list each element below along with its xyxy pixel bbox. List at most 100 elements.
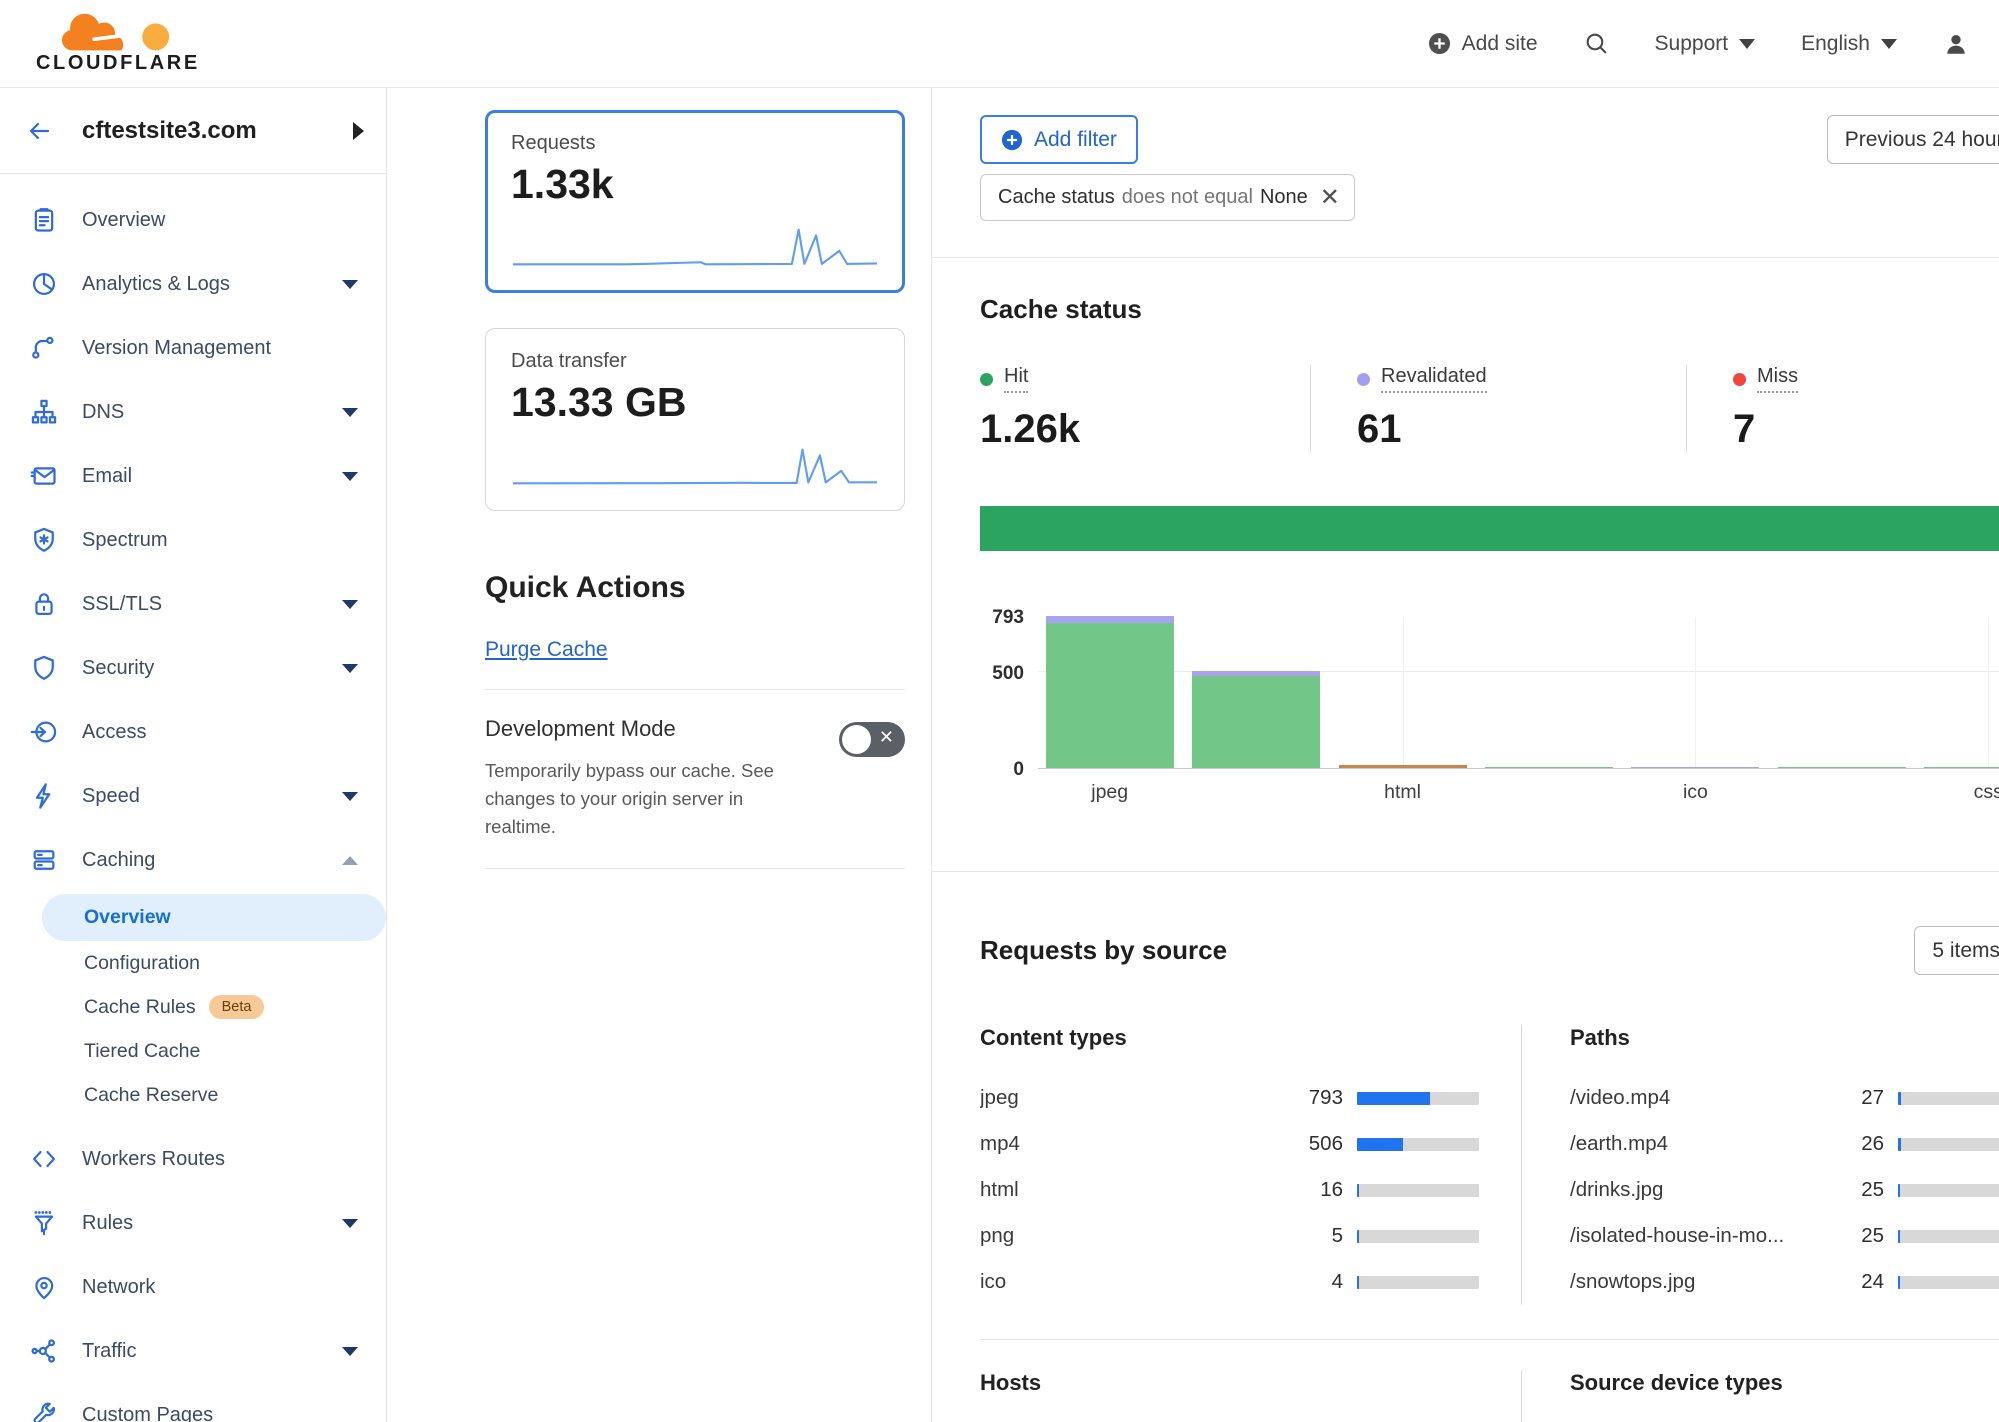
sidebar-subitem-cache-reserve[interactable]: Cache Reserve [0, 1073, 386, 1117]
row-label: /isolated-house-in-mo... [1570, 1224, 1812, 1248]
stat-label[interactable]: Miss [1757, 365, 1798, 393]
sidebar-item-label: Network [82, 1276, 358, 1299]
back-arrow-icon[interactable] [26, 119, 54, 143]
chart-bar-mp4 [1192, 671, 1320, 768]
filter-chip[interactable]: Cache status does not equal None ✕ [980, 174, 1355, 221]
row-value: 26 [1812, 1132, 1884, 1156]
metric-value: 1.33k [511, 161, 879, 208]
remove-filter-icon[interactable]: ✕ [1320, 186, 1340, 210]
stat-label[interactable]: Hit [1004, 365, 1028, 393]
toggle-knob [842, 725, 871, 754]
table-heading: Content types [980, 1025, 1479, 1051]
sidebar-item-network[interactable]: Network [0, 1255, 386, 1319]
chart-x-axis: jpeghtmlicocss [1038, 781, 1999, 807]
metric-card-requests[interactable]: Requests1.33k [485, 110, 905, 293]
row-value: 27 [1812, 1086, 1884, 1110]
sidebar-item-rules[interactable]: Rules [0, 1191, 386, 1255]
sidebar-item-label: Caching [82, 849, 342, 872]
cloudflare-cloud-icon [62, 12, 174, 51]
table-row: png5 [980, 1213, 1479, 1259]
table-row: mp4506 [980, 1121, 1479, 1167]
sidebar-item-version-management[interactable]: Version Management [0, 316, 386, 380]
sidebar-subitem-tiered-cache[interactable]: Tiered Cache [0, 1029, 386, 1073]
chevron-down-icon [342, 1219, 358, 1228]
chart-bar-css [1924, 767, 1999, 769]
bar-segment-green [1778, 767, 1906, 769]
metric-card-data-transfer[interactable]: Data transfer13.33 GB [485, 328, 905, 511]
table-row: jpeg793 [980, 1075, 1479, 1121]
requests-by-source-section: Requests by source 5 items Content types… [932, 872, 1999, 1422]
user-account-icon[interactable] [1943, 31, 1969, 57]
beta-badge: Beta [209, 995, 265, 1019]
support-menu[interactable]: Support [1655, 32, 1756, 56]
table-row: /drinks.jpg25 [1570, 1167, 1999, 1213]
row-value: 25 [1812, 1224, 1884, 1248]
development-mode-toggle[interactable]: ✕ [839, 722, 905, 757]
sidebar-item-label: Analytics & Logs [82, 273, 342, 296]
sidebar-subitem-configuration[interactable]: Configuration [0, 941, 386, 985]
filter-bar: Add filter Cache status does not equal N… [932, 88, 1999, 258]
sidebar-subitem-cache-rules[interactable]: Cache RulesBeta [0, 985, 386, 1029]
sidebar-item-overview[interactable]: Overview [0, 188, 386, 252]
gridline [1038, 671, 1999, 672]
row-bar-fill [1357, 1184, 1359, 1197]
add-site-button[interactable]: Add site [1428, 32, 1538, 56]
row-label: jpeg [980, 1086, 1271, 1110]
expand-site-menu-icon[interactable] [353, 122, 364, 140]
sidebar-item-analytics-logs[interactable]: Analytics & Logs [0, 252, 386, 316]
chart-y-axis: 0500793 [980, 617, 1038, 769]
sidebar-item-ssl-tls[interactable]: SSL/TLS [0, 572, 386, 636]
plus-circle-icon [1428, 32, 1451, 55]
language-menu[interactable]: English [1801, 32, 1897, 56]
stat-value: 1.26k [980, 407, 1310, 452]
divider [485, 689, 905, 690]
stacked-segment-hit [980, 506, 1999, 551]
filter-field: Cache status [998, 186, 1115, 209]
time-range-dropdown[interactable]: Previous 24 hours [1827, 115, 1999, 164]
sidebar-item-traffic[interactable]: Traffic [0, 1319, 386, 1383]
sidebar-item-access[interactable]: Access [0, 700, 386, 764]
plus-circle-icon [1001, 129, 1023, 151]
bar-segment-purple [1046, 616, 1174, 623]
spectrum-shield-icon [30, 526, 58, 554]
sidebar-item-speed[interactable]: Speed [0, 764, 386, 828]
sidebar-item-dns[interactable]: DNS [0, 380, 386, 444]
search-icon[interactable] [1584, 31, 1609, 56]
legend-dot-icon [1733, 373, 1746, 386]
toggle-off-x-icon: ✕ [879, 727, 894, 748]
row-value: 25 [1812, 1178, 1884, 1202]
row-value: 506 [1271, 1132, 1343, 1156]
sidebar-item-custom-pages[interactable]: Custom Pages [0, 1383, 386, 1422]
chevron-down-icon [342, 408, 358, 417]
bar-segment-orange [1339, 765, 1467, 768]
row-bar-fill [1357, 1230, 1359, 1243]
sidebar-item-workers-routes[interactable]: Workers Routes [0, 1127, 386, 1191]
x-tick-label: css [1974, 781, 1999, 804]
add-filter-button[interactable]: Add filter [980, 115, 1138, 164]
top-nav: CLOUDFLARE Add site Support English [0, 0, 1999, 88]
cloudflare-logo[interactable]: CLOUDFLARE [36, 12, 200, 75]
site-title: cftestsite3.com [82, 117, 353, 145]
cache-status-section: Cache status Hit1.26kRevalidated61Miss7 … [932, 258, 1999, 872]
items-count-dropdown[interactable]: 5 items [1914, 926, 1999, 975]
dns-tree-icon [30, 398, 58, 426]
row-bar-fill [1898, 1230, 1900, 1243]
sidebar-item-label: Workers Routes [82, 1148, 358, 1171]
chart-bar-ico [1631, 767, 1759, 769]
sidebar-subitem-overview[interactable]: Overview [42, 894, 386, 941]
sidebar-item-email[interactable]: Email [0, 444, 386, 508]
table-content-types: Content typesjpeg793mp4506html16png5ico4 [980, 1025, 1521, 1305]
purge-cache-link[interactable]: Purge Cache [485, 638, 608, 662]
branch-icon [30, 334, 58, 362]
sidebar-item-security[interactable]: Security [0, 636, 386, 700]
divider [485, 868, 905, 869]
sidebar-nav: Overview Analytics & Logs Version Manageme… [0, 174, 386, 1422]
stat-label[interactable]: Revalidated [1381, 365, 1487, 393]
sidebar-item-caching[interactable]: Caching [0, 828, 386, 892]
row-bar-fill [1357, 1138, 1403, 1151]
sidebar-item-label: Overview [82, 209, 358, 232]
table-source-device-types: Source device typesDesktop1.33k [1521, 1370, 1999, 1422]
sidebar-item-spectrum[interactable]: Spectrum [0, 508, 386, 572]
row-bar-track [1357, 1092, 1479, 1105]
gridline [1403, 617, 1404, 768]
